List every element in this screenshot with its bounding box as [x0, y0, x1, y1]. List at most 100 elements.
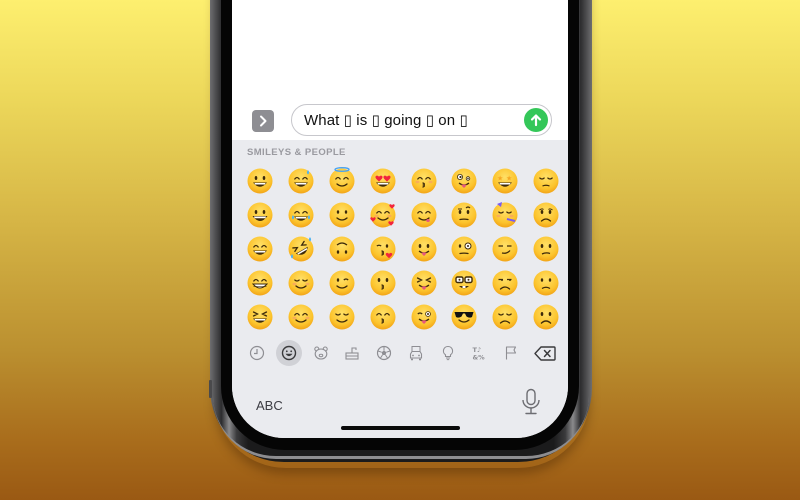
face-with-tears-of-joy-icon — [288, 202, 314, 228]
category-travel-places[interactable] — [403, 340, 429, 366]
cake-icon — [345, 347, 359, 360]
emoji-face-with-tears-of-joy[interactable] — [281, 198, 322, 232]
smirking-face-icon — [492, 236, 518, 262]
emoji-face-savoring-food[interactable] — [403, 198, 444, 232]
category-recent[interactable] — [244, 340, 270, 366]
emoji-beaming-face-with-smiling-eyes[interactable] — [240, 266, 281, 300]
smiley-icon — [281, 345, 296, 361]
car-icon — [409, 346, 422, 361]
emoji-smirking-face[interactable] — [485, 232, 526, 266]
emoji-slightly-smiling-face[interactable] — [322, 198, 363, 232]
emoji-rolling-on-the-floor-laughing[interactable] — [281, 232, 322, 266]
emoji-disappointed-face[interactable] — [485, 300, 526, 334]
home-indicator[interactable] — [341, 426, 460, 430]
winking-face-icon — [329, 270, 355, 296]
grinning-face-with-sweat-icon — [288, 168, 314, 194]
face-savoring-food-icon — [411, 202, 437, 228]
lightbulb-icon — [442, 345, 453, 361]
category-activity[interactable] — [371, 340, 397, 366]
emoji-face-blowing-a-kiss[interactable] — [362, 232, 403, 266]
relieved-face-icon — [329, 304, 355, 330]
emoji-smiling-face-with-halo[interactable] — [322, 164, 363, 198]
grinning-face-with-big-eyes-icon — [247, 202, 273, 228]
svg-text:★: ★ — [506, 175, 512, 183]
category-symbols[interactable]: T♪ &% — [466, 340, 492, 366]
symbols-icon: T♪&% — [473, 346, 486, 361]
emoji-smiling-face-with-smiling-eyes[interactable] — [281, 300, 322, 334]
category-food-drink[interactable] — [339, 340, 365, 366]
category-objects[interactable] — [435, 340, 461, 366]
grinning-squinting-face-icon — [247, 304, 273, 330]
grinning-face-with-smiling-eyes-icon — [247, 236, 273, 262]
delete-button[interactable] — [530, 340, 560, 366]
smiling-face-with-smiling-eyes-icon — [288, 304, 314, 330]
emoji-confused-face[interactable] — [526, 232, 567, 266]
emoji-grinning-face[interactable] — [240, 164, 281, 198]
chevron-right-icon — [260, 115, 267, 127]
zany-face-icon — [451, 168, 477, 194]
emoji-kissing-face-with-closed-eyes[interactable] — [403, 164, 444, 198]
category-bar: T♪ &% — [244, 340, 560, 366]
emoji-grinning-face-with-smiling-eyes[interactable] — [240, 232, 281, 266]
beaming-face-with-smiling-eyes-icon — [247, 270, 273, 296]
winking-face-with-tongue-icon — [411, 304, 437, 330]
emoji-upside-down-face[interactable] — [322, 232, 363, 266]
category-flags[interactable] — [498, 340, 524, 366]
smiling-face-with-heart-eyes-icon — [370, 168, 396, 194]
unamused-face-icon — [492, 270, 518, 296]
emoji-partying-face[interactable] — [485, 198, 526, 232]
emoji-face-with-raised-eyebrow[interactable] — [444, 198, 485, 232]
face-with-raised-eyebrow-icon — [451, 202, 477, 228]
emoji-unamused-face[interactable] — [485, 266, 526, 300]
app-drawer-button[interactable] — [252, 110, 274, 132]
smiling-face-with-halo-icon — [329, 167, 355, 194]
dictation-button[interactable] — [520, 388, 542, 421]
emoji-grinning-face-with-sweat[interactable] — [281, 164, 322, 198]
emoji-frowning-face[interactable] — [526, 300, 567, 334]
emoji-smiling-face[interactable] — [281, 266, 322, 300]
emoji-worried-face[interactable] — [526, 198, 567, 232]
emoji-grinning-face-with-big-eyes[interactable] — [240, 198, 281, 232]
grinning-face-icon — [247, 168, 273, 194]
flag-icon — [506, 346, 517, 360]
emoji-relieved-face[interactable] — [322, 300, 363, 334]
rolling-on-the-floor-laughing-icon — [288, 236, 314, 262]
face-with-monocle-icon — [451, 236, 477, 262]
backspace-icon — [534, 345, 556, 361]
emoji-winking-face-with-tongue[interactable] — [403, 300, 444, 334]
side-button-left — [209, 380, 212, 398]
emoji-smiling-face-with-heart-eyes[interactable] — [362, 164, 403, 198]
partying-face-icon — [492, 202, 518, 228]
emoji-slightly-frowning-face[interactable] — [526, 266, 567, 300]
face-with-tongue-icon — [411, 236, 437, 262]
emoji-winking-face[interactable] — [322, 266, 363, 300]
emoji-grinning-squinting-face[interactable] — [240, 300, 281, 334]
clock-icon — [249, 345, 265, 361]
emoji-face-with-tongue[interactable] — [403, 232, 444, 266]
message-input[interactable]: What ▯ is ▯ going ▯ on ▯ — [291, 104, 552, 136]
emoji-face-with-monocle[interactable] — [444, 232, 485, 266]
category-smileys-people[interactable] — [275, 340, 302, 366]
kissing-face-with-closed-eyes-icon — [411, 168, 437, 194]
smiling-face-with-sunglasses-icon — [451, 304, 477, 330]
squinting-face-with-tongue-icon — [411, 270, 437, 296]
pensive-face-icon — [533, 168, 559, 194]
emoji-smiling-face-with-sunglasses[interactable] — [444, 300, 485, 334]
send-button[interactable] — [524, 108, 548, 132]
emoji-keyboard: SMILEYS & PEOPLE ★ ★ T♪ &% ABC — [232, 140, 568, 438]
frowning-face-icon — [533, 304, 559, 330]
emoji-kissing-face[interactable] — [362, 266, 403, 300]
emoji-smiling-face-with-hearts[interactable] — [362, 198, 403, 232]
emoji-nerd-face[interactable] — [444, 266, 485, 300]
worried-face-icon — [533, 202, 559, 228]
emoji-grid: ★ ★ — [240, 164, 564, 334]
emoji-kissing-face-with-smiling-eyes[interactable] — [362, 300, 403, 334]
emoji-pensive-face[interactable] — [526, 164, 567, 198]
abc-keyboard-button[interactable]: ABC — [256, 398, 283, 413]
emoji-squinting-face-with-tongue[interactable] — [403, 266, 444, 300]
category-animals-nature[interactable] — [308, 340, 334, 366]
emoji-star-struck[interactable]: ★ ★ — [485, 164, 526, 198]
microphone-icon — [522, 388, 540, 415]
emoji-zany-face[interactable] — [444, 164, 485, 198]
slightly-frowning-face-icon — [533, 270, 559, 296]
